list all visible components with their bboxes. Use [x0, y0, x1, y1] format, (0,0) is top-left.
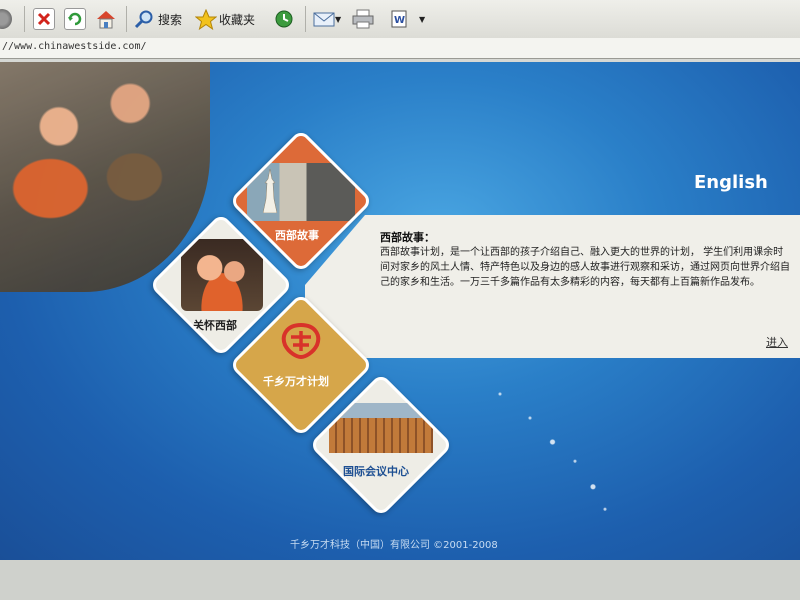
mail-button[interactable]: ▼	[313, 8, 341, 30]
history-icon	[274, 9, 294, 29]
favorites-button[interactable]: 收藏夹	[194, 8, 256, 31]
tile-care-west-label: 关怀西部	[193, 319, 237, 332]
tile-west-story-label: 西部故事	[275, 229, 319, 242]
info-title: 西部故事：	[380, 231, 435, 244]
info-panel: 西部故事： 西部故事计划，是一个让西部的孩子介绍自己、融入更大的世界的计划， 学…	[305, 215, 800, 358]
toolbar-separator	[24, 6, 25, 32]
page-footer: 千乡万才科技（中国）有限公司 ©2001-2008	[290, 540, 498, 551]
toolbar-separator	[126, 6, 127, 32]
chevron-down-icon[interactable]: ▼	[335, 15, 341, 24]
print-button[interactable]	[352, 8, 374, 30]
toolbar-separator	[305, 6, 306, 32]
pagoda-icon	[262, 168, 278, 214]
home-icon	[95, 9, 115, 29]
star-icon	[194, 8, 218, 31]
screen-bezel	[0, 560, 800, 600]
english-link[interactable]: English	[694, 172, 768, 193]
edit-button[interactable]: W ▼	[389, 8, 425, 30]
search-label: 搜索	[158, 12, 183, 27]
favorites-label: 收藏夹	[219, 12, 256, 27]
search-button[interactable]: 搜索	[134, 8, 182, 30]
back-icon	[0, 9, 12, 29]
chevron-down-icon[interactable]: ▼	[419, 15, 425, 24]
sparkle-decoration	[470, 362, 620, 522]
refresh-icon	[64, 8, 86, 30]
browser-toolbar: 搜索 收藏夹 ▼ W ▼	[0, 0, 800, 39]
svg-text:W: W	[394, 15, 405, 26]
address-bar[interactable]: //www.chinawestside.com/	[0, 38, 800, 59]
word-document-icon: W	[389, 9, 409, 29]
search-icon	[134, 9, 154, 29]
web-page: English 西部故事： 西部故事计划，是一个让西部的孩子介绍自己、融入更大的…	[0, 62, 800, 560]
back-button[interactable]	[0, 8, 12, 30]
tile-program-label: 千乡万才计划	[263, 375, 329, 388]
tile-conference-label: 国际会议中心	[343, 465, 409, 478]
stop-icon	[33, 8, 55, 30]
program-logo-icon	[279, 322, 323, 360]
building-photo	[329, 403, 433, 453]
history-button[interactable]	[274, 8, 294, 30]
refresh-button[interactable]	[64, 8, 86, 30]
mail-icon	[313, 9, 335, 29]
home-button[interactable]	[95, 8, 115, 30]
address-url: //www.chinawestside.com/	[2, 41, 147, 52]
enter-link[interactable]: 进入	[766, 334, 788, 350]
stop-button[interactable]	[33, 8, 55, 30]
printer-icon	[352, 9, 374, 29]
girl-photo	[181, 239, 263, 311]
info-body: 西部故事计划，是一个让西部的孩子介绍自己、融入更大的世界的计划， 学生们利用课余…	[380, 247, 790, 288]
